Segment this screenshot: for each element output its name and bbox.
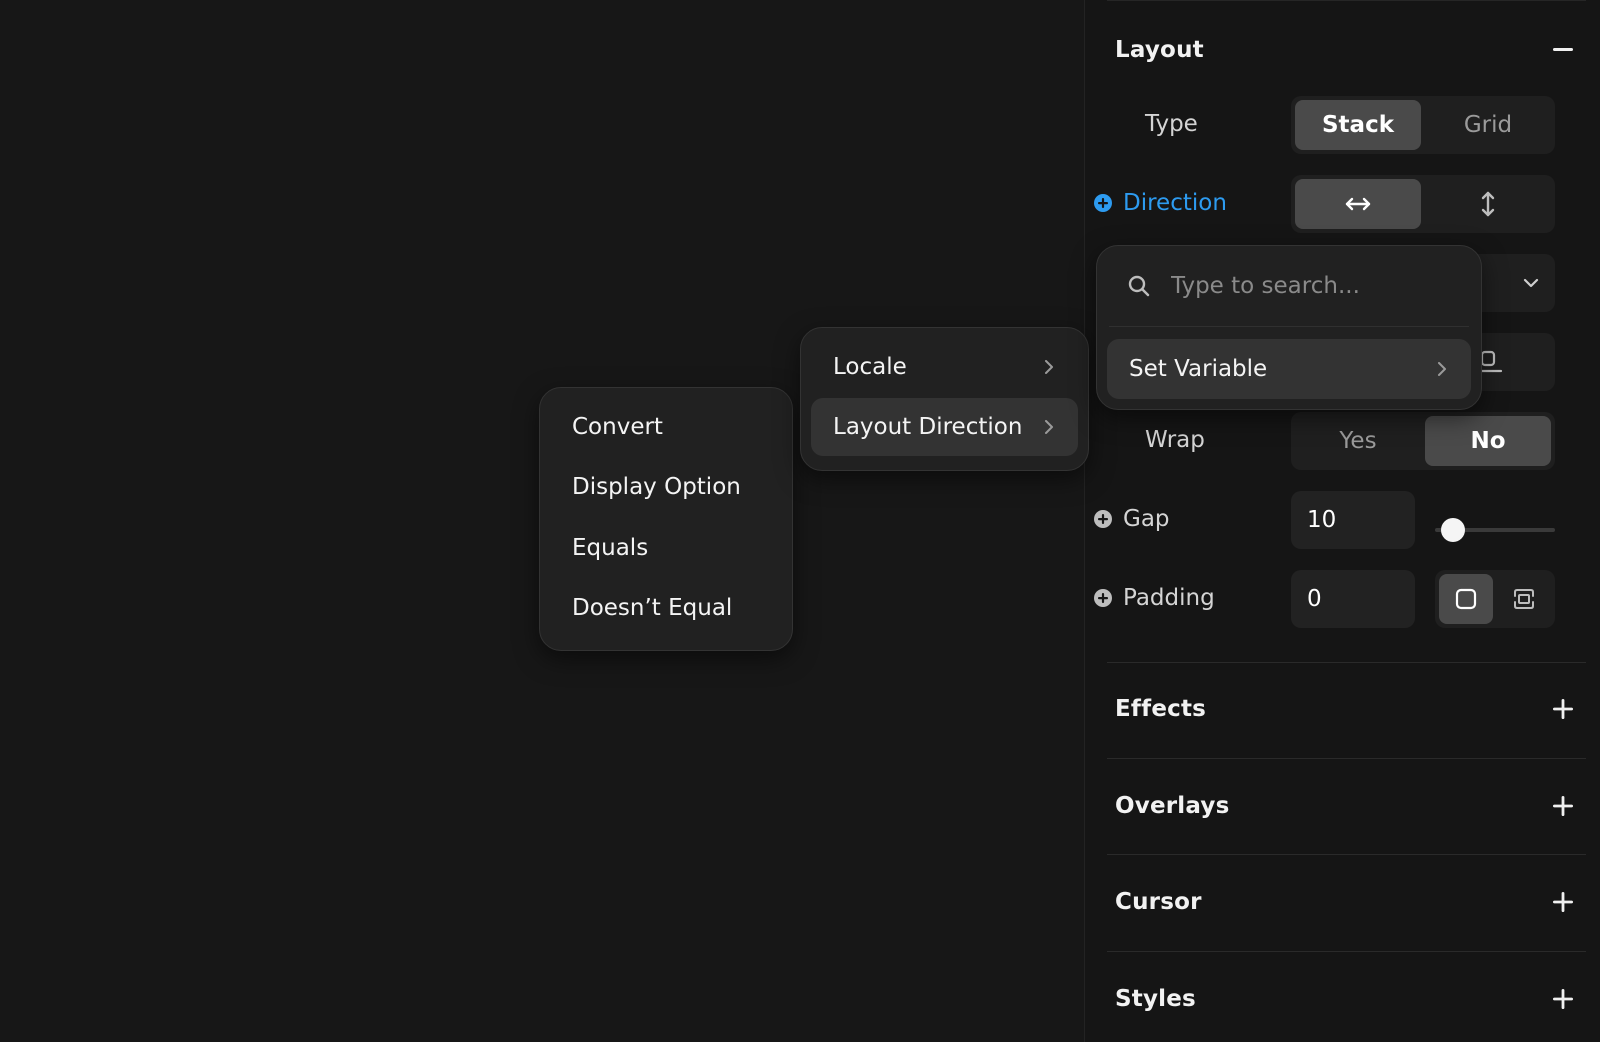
panel-top-divider xyxy=(1107,0,1586,1)
gap-label-text: Gap xyxy=(1123,506,1170,532)
section-divider xyxy=(1107,758,1586,759)
add-variable-icon[interactable] xyxy=(1093,509,1113,529)
wrap-option-no[interactable]: No xyxy=(1425,416,1551,466)
padding-uniform-option[interactable] xyxy=(1439,574,1493,624)
effects-section-header[interactable]: Effects xyxy=(1115,689,1576,729)
menu-item-doesnt-equal[interactable]: Doesn’t Equal xyxy=(550,579,782,637)
variable-search-popover: Set Variable xyxy=(1096,245,1482,410)
menu-item-label: Equals xyxy=(572,535,649,561)
menu-item-equals[interactable]: Equals xyxy=(550,519,782,577)
gap-slider-handle[interactable] xyxy=(1441,518,1465,542)
per-side-padding-icon xyxy=(1514,589,1534,609)
padding-label-text: Padding xyxy=(1123,585,1215,611)
vertical-arrows-icon xyxy=(1481,191,1495,217)
chevron-down-icon xyxy=(1511,258,1551,308)
search-divider xyxy=(1109,326,1469,327)
direction-segmented-control xyxy=(1291,175,1555,233)
plus-icon[interactable] xyxy=(1550,793,1576,819)
cursor-section-header[interactable]: Cursor xyxy=(1115,882,1576,922)
chevron-right-icon xyxy=(1045,420,1053,434)
styles-section-header[interactable]: Styles xyxy=(1115,979,1576,1019)
direction-label[interactable]: Direction xyxy=(1093,187,1227,219)
menu-item-convert[interactable]: Convert xyxy=(550,398,782,456)
menu-item-label: Layout Direction xyxy=(833,414,1023,440)
chevron-right-icon xyxy=(1045,360,1053,374)
wrap-segmented-control: Yes No xyxy=(1291,412,1555,470)
styles-section-title: Styles xyxy=(1115,986,1196,1012)
menu-item-display-option[interactable]: Display Option xyxy=(550,458,782,516)
uniform-padding-icon xyxy=(1455,588,1477,610)
overlays-section-title: Overlays xyxy=(1115,793,1230,819)
type-label: Type xyxy=(1145,108,1198,140)
section-divider xyxy=(1107,951,1586,952)
chevron-right-icon xyxy=(1438,362,1446,376)
add-variable-icon[interactable] xyxy=(1093,588,1113,608)
menu-item-label: Display Option xyxy=(572,474,741,500)
layout-section-title: Layout xyxy=(1115,37,1204,63)
plus-icon[interactable] xyxy=(1550,889,1576,915)
direction-horizontal-option[interactable] xyxy=(1295,179,1421,229)
context-menu-primary: Convert Display Option Equals Doesn’t Eq… xyxy=(539,387,793,651)
wrap-option-yes[interactable]: Yes xyxy=(1295,416,1421,466)
search-row xyxy=(1097,246,1481,326)
section-divider xyxy=(1107,662,1586,663)
minus-icon[interactable] xyxy=(1550,37,1576,63)
type-option-grid[interactable]: Grid xyxy=(1425,100,1551,150)
search-icon xyxy=(1128,275,1150,297)
gap-input[interactable]: 10 xyxy=(1291,491,1415,549)
wrap-label: Wrap xyxy=(1145,424,1205,456)
menu-item-locale[interactable]: Locale xyxy=(811,338,1078,396)
properties-panel: Layout Type Stack Grid Direction Wrap Ye… xyxy=(1084,0,1600,1042)
menu-item-set-variable[interactable]: Set Variable xyxy=(1107,339,1471,399)
cursor-section-title: Cursor xyxy=(1115,889,1202,915)
direction-label-text: Direction xyxy=(1123,190,1227,216)
gap-label[interactable]: Gap xyxy=(1093,503,1170,535)
menu-item-label: Convert xyxy=(572,414,663,440)
menu-item-layout-direction[interactable]: Layout Direction xyxy=(811,398,1078,456)
add-variable-icon[interactable] xyxy=(1093,193,1113,213)
wrap-label-text: Wrap xyxy=(1145,427,1205,453)
overlays-section-header[interactable]: Overlays xyxy=(1115,786,1576,826)
padding-per-side-option[interactable] xyxy=(1497,574,1551,624)
section-divider xyxy=(1107,854,1586,855)
padding-label[interactable]: Padding xyxy=(1093,582,1215,614)
effects-section-title: Effects xyxy=(1115,696,1207,722)
direction-vertical-option[interactable] xyxy=(1425,179,1551,229)
horizontal-arrows-icon xyxy=(1345,197,1371,211)
plus-icon[interactable] xyxy=(1550,986,1576,1012)
type-label-text: Type xyxy=(1145,111,1198,137)
context-menu-secondary: Locale Layout Direction xyxy=(800,327,1089,471)
type-option-stack[interactable]: Stack xyxy=(1295,100,1421,150)
search-input[interactable] xyxy=(1171,273,1451,299)
plus-icon[interactable] xyxy=(1550,696,1576,722)
padding-mode-control xyxy=(1435,570,1555,628)
layout-section-header[interactable]: Layout xyxy=(1115,30,1576,70)
menu-item-label: Locale xyxy=(833,354,907,380)
padding-input[interactable]: 0 xyxy=(1291,570,1415,628)
type-segmented-control: Stack Grid xyxy=(1291,96,1555,154)
menu-item-label: Set Variable xyxy=(1129,356,1268,382)
menu-item-label: Doesn’t Equal xyxy=(572,595,733,621)
